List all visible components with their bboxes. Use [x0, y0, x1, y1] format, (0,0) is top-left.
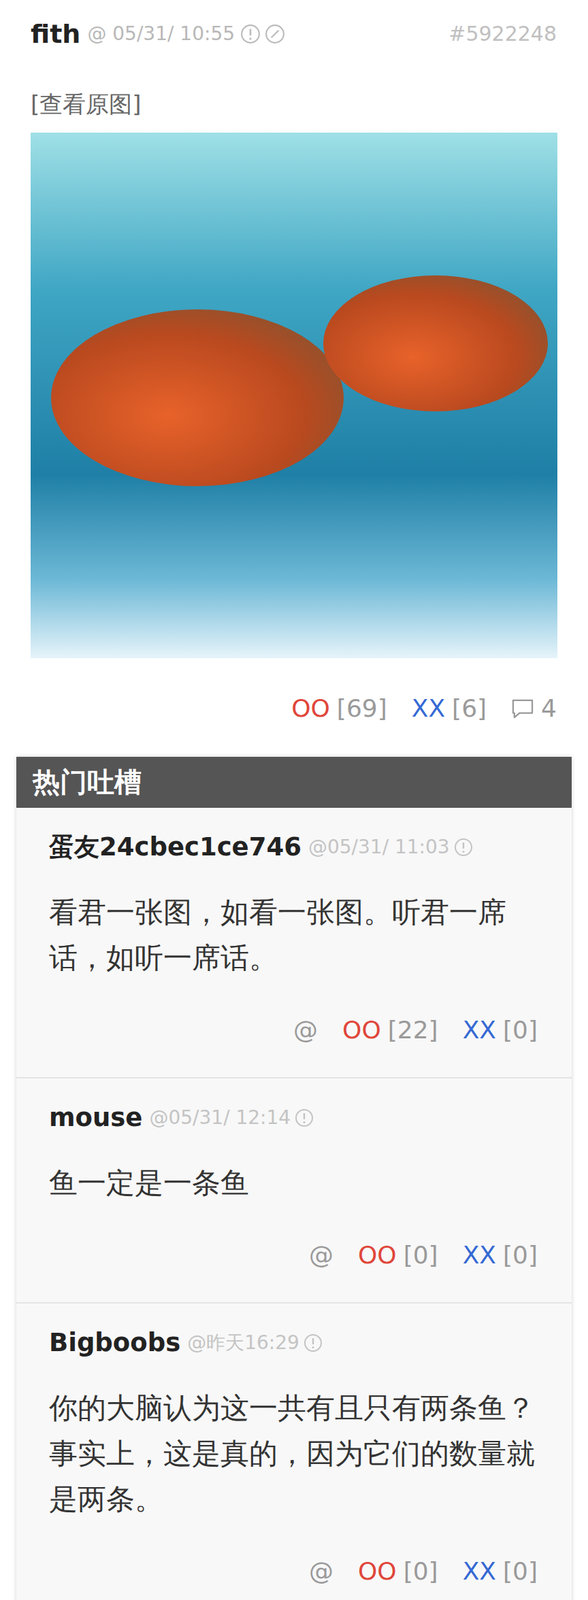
comment-header: 蛋友24cbec1ce746@05/31/ 11:03: [49, 833, 538, 863]
view-original-link[interactable]: [查看原图]: [30, 87, 557, 122]
oo-button[interactable]: OO: [357, 1239, 397, 1274]
comment-count: 4: [541, 692, 557, 727]
comments-button[interactable]: 4: [511, 692, 557, 727]
report-icon[interactable]: [453, 838, 473, 858]
reply-button[interactable]: @: [308, 1239, 334, 1274]
comment-votes: @OO[0]XX[0]: [49, 1239, 538, 1274]
comment-author[interactable]: mouse: [49, 1103, 143, 1134]
comment-text: 鱼一定是一条鱼: [49, 1161, 538, 1207]
post-header: fith@ 05/31/ 10:55 #5922248: [30, 16, 557, 52]
report-icon[interactable]: [240, 23, 261, 45]
reply-button[interactable]: @: [293, 1014, 318, 1049]
xx-count: [0]: [502, 1239, 538, 1274]
xx-button[interactable]: XX: [462, 1555, 497, 1590]
xx-count: [0]: [502, 1555, 538, 1590]
oo-button[interactable]: OO: [291, 692, 331, 727]
comment-time: @05/31/ 12:14: [149, 1103, 291, 1134]
photo-shape: [323, 275, 548, 412]
report-icon[interactable]: [303, 1334, 323, 1354]
comment-author[interactable]: 蛋友24cbec1ce746: [49, 833, 302, 863]
oo-count: [0]: [403, 1239, 439, 1274]
comment-author[interactable]: Bigboobs: [49, 1329, 181, 1360]
comment: mouse@05/31/ 12:14鱼一定是一条鱼@OO[0]XX[0]: [16, 1079, 572, 1305]
xx-count: [6]: [451, 692, 487, 727]
comment: 蛋友24cbec1ce746@05/31/ 11:03 看君一张图，如看一张图。听…: [16, 808, 572, 1080]
post-photo[interactable]: [30, 132, 558, 659]
post-author[interactable]: fith: [30, 16, 81, 52]
oo-count: [22]: [387, 1014, 439, 1049]
comment-votes: @ OO[22] XX[0]: [49, 1014, 538, 1049]
oo-count: [0]: [403, 1555, 439, 1590]
photo-shape: [51, 309, 344, 487]
xx-count: [0]: [502, 1014, 538, 1049]
oo-button[interactable]: OO: [342, 1014, 382, 1049]
post: fith@ 05/31/ 10:55 #5922248 [查看原图] OO[69] XX…: [0, 0, 588, 758]
comment: Bigboobs@昨天16:29 你的大脑认为这一共有且只有两条鱼？事实上，这是真…: [16, 1304, 572, 1600]
hot-comments-title: 热门吐槽: [16, 757, 572, 809]
reply-button[interactable]: @: [308, 1555, 334, 1590]
comment-header: mouse@05/31/ 12:14: [49, 1103, 538, 1134]
page: fith@ 05/31/ 10:55#5922248[查看原图]OO[69]XX…: [0, 0, 588, 1600]
post-time: @ 05/31/ 10:55: [87, 16, 235, 52]
block-icon[interactable]: [264, 23, 286, 45]
xx-button[interactable]: XX: [462, 1014, 497, 1049]
post-id: #5922248: [448, 16, 557, 52]
comment-icon: [511, 698, 535, 720]
comment-text: 看君一张图，如看一张图。听君一席话，如听一席话。: [49, 890, 538, 982]
oo-button[interactable]: OO: [357, 1555, 397, 1590]
comment-time: @昨天16:29: [187, 1329, 300, 1360]
comment-votes: @OO[0]XX[0]: [49, 1555, 538, 1590]
xx-button[interactable]: XX: [411, 692, 446, 727]
post-votes: OO[69] XX[6] 4: [30, 692, 557, 727]
comment-text: 你的大脑认为这一共有且只有两条鱼？事实上，这是真的，因为它们的数量就是两条。: [49, 1386, 538, 1524]
hot-comments: 热门吐槽蛋友24cbec1ce746@05/31/ 11:03 看君一张图，如看一…: [16, 757, 572, 1600]
report-icon[interactable]: [294, 1109, 314, 1129]
comment-header: Bigboobs@昨天16:29: [49, 1329, 538, 1360]
xx-button[interactable]: XX: [462, 1239, 497, 1274]
oo-count: [69]: [336, 692, 388, 727]
comment-time: @05/31/ 11:03: [308, 833, 450, 863]
